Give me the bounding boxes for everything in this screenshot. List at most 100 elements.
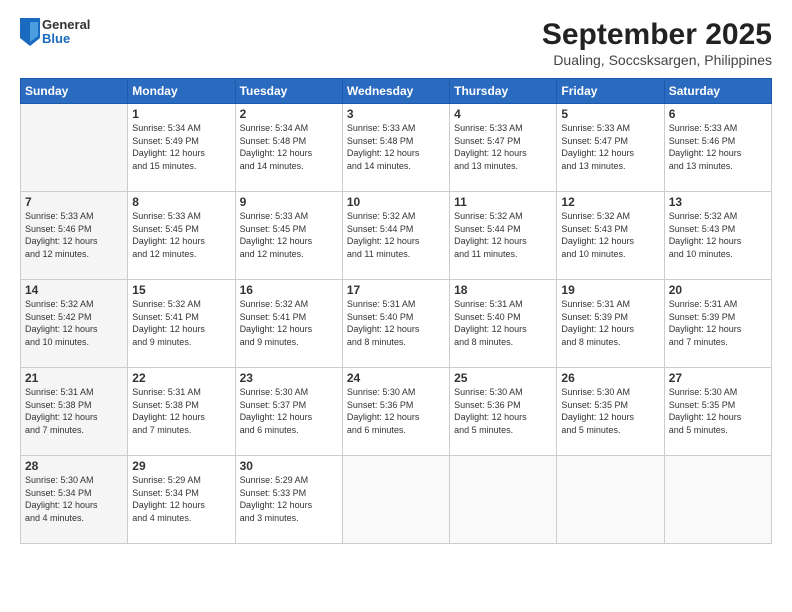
day-header-row: SundayMondayTuesdayWednesdayThursdayFrid… — [21, 79, 772, 104]
calendar-cell: 12Sunrise: 5:32 AM Sunset: 5:43 PM Dayli… — [557, 192, 664, 280]
day-number: 13 — [669, 195, 767, 209]
calendar-cell: 9Sunrise: 5:33 AM Sunset: 5:45 PM Daylig… — [235, 192, 342, 280]
day-number: 2 — [240, 107, 338, 121]
day-info: Sunrise: 5:31 AM Sunset: 5:40 PM Dayligh… — [454, 298, 552, 348]
day-info: Sunrise: 5:32 AM Sunset: 5:43 PM Dayligh… — [669, 210, 767, 260]
day-info: Sunrise: 5:33 AM Sunset: 5:46 PM Dayligh… — [25, 210, 123, 260]
day-number: 5 — [561, 107, 659, 121]
calendar-cell: 7Sunrise: 5:33 AM Sunset: 5:46 PM Daylig… — [21, 192, 128, 280]
calendar-subtitle: Dualing, Soccsksargen, Philippines — [542, 52, 772, 68]
day-info: Sunrise: 5:31 AM Sunset: 5:40 PM Dayligh… — [347, 298, 445, 348]
calendar-cell: 18Sunrise: 5:31 AM Sunset: 5:40 PM Dayli… — [450, 280, 557, 368]
day-info: Sunrise: 5:30 AM Sunset: 5:35 PM Dayligh… — [669, 386, 767, 436]
logo-blue: Blue — [42, 32, 90, 46]
day-number: 15 — [132, 283, 230, 297]
day-number: 12 — [561, 195, 659, 209]
calendar-cell — [450, 456, 557, 544]
week-row-5: 28Sunrise: 5:30 AM Sunset: 5:34 PM Dayli… — [21, 456, 772, 544]
day-header-thursday: Thursday — [450, 79, 557, 104]
day-info: Sunrise: 5:31 AM Sunset: 5:38 PM Dayligh… — [132, 386, 230, 436]
calendar-cell — [342, 456, 449, 544]
day-header-wednesday: Wednesday — [342, 79, 449, 104]
day-header-tuesday: Tuesday — [235, 79, 342, 104]
calendar-cell: 26Sunrise: 5:30 AM Sunset: 5:35 PM Dayli… — [557, 368, 664, 456]
day-number: 10 — [347, 195, 445, 209]
day-number: 30 — [240, 459, 338, 473]
day-header-saturday: Saturday — [664, 79, 771, 104]
logo-text: General Blue — [42, 18, 90, 47]
day-info: Sunrise: 5:32 AM Sunset: 5:43 PM Dayligh… — [561, 210, 659, 260]
day-number: 24 — [347, 371, 445, 385]
day-info: Sunrise: 5:29 AM Sunset: 5:34 PM Dayligh… — [132, 474, 230, 524]
day-header-monday: Monday — [128, 79, 235, 104]
day-number: 17 — [347, 283, 445, 297]
day-number: 3 — [347, 107, 445, 121]
week-row-2: 7Sunrise: 5:33 AM Sunset: 5:46 PM Daylig… — [21, 192, 772, 280]
calendar-cell: 28Sunrise: 5:30 AM Sunset: 5:34 PM Dayli… — [21, 456, 128, 544]
week-row-4: 21 Sunrise: 5:31 AM Sunset: 5:38 PM Dayli… — [21, 368, 772, 456]
day-info: Sunrise: 5:31 AM Sunset: 5:39 PM Dayligh… — [669, 298, 767, 348]
day-number: 16 — [240, 283, 338, 297]
day-number: 28 — [25, 459, 123, 473]
calendar-cell: 22Sunrise: 5:31 AM Sunset: 5:38 PM Dayli… — [128, 368, 235, 456]
day-info: Sunrise: 5:34 AM Sunset: 5:49 PM Dayligh… — [132, 122, 230, 172]
day-info: Sunrise: 5:32 AM Sunset: 5:41 PM Dayligh… — [240, 298, 338, 348]
day-number: 18 — [454, 283, 552, 297]
calendar-cell: 13Sunrise: 5:32 AM Sunset: 5:43 PM Dayli… — [664, 192, 771, 280]
calendar-table: SundayMondayTuesdayWednesdayThursdayFrid… — [20, 78, 772, 544]
calendar-cell: 21Sunrise: 5:31 AM Sunset: 5:38 PM Dayli… — [21, 368, 128, 456]
week-row-3: 14Sunrise: 5:32 AM Sunset: 5:42 PM Dayli… — [21, 280, 772, 368]
day-info: Sunrise: 5:32 AM Sunset: 5:41 PM Dayligh… — [132, 298, 230, 348]
calendar-cell: 27Sunrise: 5:30 AM Sunset: 5:35 PM Dayli… — [664, 368, 771, 456]
day-number: 7 — [25, 195, 123, 209]
calendar-cell: 20Sunrise: 5:31 AM Sunset: 5:39 PM Dayli… — [664, 280, 771, 368]
calendar-cell: 25Sunrise: 5:30 AM Sunset: 5:36 PM Dayli… — [450, 368, 557, 456]
day-info: Sunrise: 5:30 AM Sunset: 5:37 PM Dayligh… — [240, 386, 338, 436]
calendar-cell: 4Sunrise: 5:33 AM Sunset: 5:47 PM Daylig… — [450, 104, 557, 192]
calendar-cell: 6Sunrise: 5:33 AM Sunset: 5:46 PM Daylig… — [664, 104, 771, 192]
calendar-cell: 17Sunrise: 5:31 AM Sunset: 5:40 PM Dayli… — [342, 280, 449, 368]
day-number: 9 — [240, 195, 338, 209]
day-number: 4 — [454, 107, 552, 121]
title-block: September 2025 Dualing, Soccsksargen, Ph… — [542, 18, 772, 68]
day-number: 27 — [669, 371, 767, 385]
day-header-sunday: Sunday — [21, 79, 128, 104]
day-info: Sunrise: 5:30 AM Sunset: 5:35 PM Dayligh… — [561, 386, 659, 436]
calendar-cell: 5Sunrise: 5:33 AM Sunset: 5:47 PM Daylig… — [557, 104, 664, 192]
day-info: Sunrise: 5:33 AM Sunset: 5:48 PM Dayligh… — [347, 122, 445, 172]
day-number: 8 — [132, 195, 230, 209]
calendar-cell: 3Sunrise: 5:33 AM Sunset: 5:48 PM Daylig… — [342, 104, 449, 192]
day-info: Sunrise: 5:30 AM Sunset: 5:36 PM Dayligh… — [454, 386, 552, 436]
day-number: 21 — [25, 371, 123, 385]
calendar-cell: 10Sunrise: 5:32 AM Sunset: 5:44 PM Dayli… — [342, 192, 449, 280]
day-info: Sunrise: 5:33 AM Sunset: 5:47 PM Dayligh… — [454, 122, 552, 172]
page: General Blue September 2025 Dualing, Soc… — [0, 0, 792, 612]
day-info: Sunrise: 5:34 AM Sunset: 5:48 PM Dayligh… — [240, 122, 338, 172]
day-info: Sunrise: 5:29 AM Sunset: 5:33 PM Dayligh… — [240, 474, 338, 524]
calendar-cell: 15Sunrise: 5:32 AM Sunset: 5:41 PM Dayli… — [128, 280, 235, 368]
logo-general: General — [42, 18, 90, 32]
calendar-cell: 30Sunrise: 5:29 AM Sunset: 5:33 PM Dayli… — [235, 456, 342, 544]
day-number: 11 — [454, 195, 552, 209]
header: General Blue September 2025 Dualing, Soc… — [20, 18, 772, 68]
day-info: Sunrise: 5:32 AM Sunset: 5:44 PM Dayligh… — [347, 210, 445, 260]
calendar-title: September 2025 — [542, 18, 772, 52]
day-info: Sunrise: 5:30 AM Sunset: 5:36 PM Dayligh… — [347, 386, 445, 436]
day-info: Sunrise: 5:30 AM Sunset: 5:34 PM Dayligh… — [25, 474, 123, 524]
day-number: 20 — [669, 283, 767, 297]
day-info: Sunrise: 5:32 AM Sunset: 5:44 PM Dayligh… — [454, 210, 552, 260]
calendar-cell: 11Sunrise: 5:32 AM Sunset: 5:44 PM Dayli… — [450, 192, 557, 280]
calendar-cell: 2Sunrise: 5:34 AM Sunset: 5:48 PM Daylig… — [235, 104, 342, 192]
calendar-cell — [557, 456, 664, 544]
day-number: 19 — [561, 283, 659, 297]
day-info: Sunrise: 5:33 AM Sunset: 5:46 PM Dayligh… — [669, 122, 767, 172]
day-number: 29 — [132, 459, 230, 473]
day-number: 6 — [669, 107, 767, 121]
calendar-cell: 29Sunrise: 5:29 AM Sunset: 5:34 PM Dayli… — [128, 456, 235, 544]
day-number: 23 — [240, 371, 338, 385]
calendar-cell: 16Sunrise: 5:32 AM Sunset: 5:41 PM Dayli… — [235, 280, 342, 368]
calendar-cell: 8Sunrise: 5:33 AM Sunset: 5:45 PM Daylig… — [128, 192, 235, 280]
calendar-cell — [664, 456, 771, 544]
logo-icon — [20, 18, 40, 46]
day-header-friday: Friday — [557, 79, 664, 104]
